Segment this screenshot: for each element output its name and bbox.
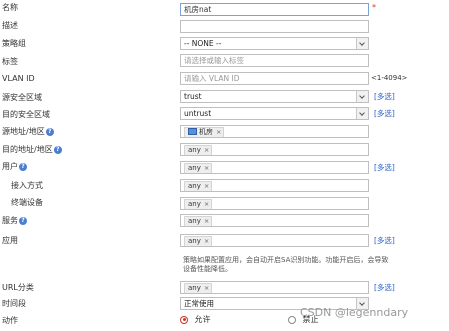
time-range-value: 正常使用 [184,299,214,308]
description-label: 描述 [2,21,18,30]
vlan-id-input[interactable]: 请输入 VLAN ID [180,72,369,85]
url-category-multi-link[interactable]: [多选] [374,282,395,293]
remove-tag-icon[interactable]: × [204,217,209,225]
required-mark: * [372,3,376,12]
any-tag: any × [184,236,213,246]
service-field[interactable]: any × [180,214,369,227]
url-category-field[interactable]: any × [180,281,369,294]
application-field[interactable]: any × [180,234,369,247]
policy-group-value: -- NONE -- [184,39,222,48]
source-zone-multi-link[interactable]: [多选] [374,91,395,102]
dest-zone-value: untrust [184,109,212,118]
remove-tag-icon[interactable]: × [204,237,209,245]
description-input[interactable] [180,20,369,33]
source-address-field[interactable]: 机房 × [180,125,369,138]
application-multi-link[interactable]: [多选] [374,235,395,246]
name-input[interactable]: 机房nat [180,3,369,16]
any-tag: any × [184,145,213,155]
dest-zone-select[interactable]: untrust [180,107,369,120]
remove-tag-icon[interactable]: × [204,146,209,154]
source-address-label: 源地址/地区? [2,126,54,137]
remove-tag-icon[interactable]: × [216,128,221,136]
user-field[interactable]: any × [180,161,369,174]
access-method-field[interactable]: any × [180,179,369,192]
action-label: 动作 [2,316,18,325]
any-tag: any × [184,216,213,226]
dest-zone-multi-link[interactable]: [多选] [374,108,395,119]
help-icon[interactable]: ? [45,127,54,136]
chevron-down-icon[interactable] [356,108,368,119]
radio-selected[interactable] [180,315,188,324]
vlan-id-range-hint: <1-4094> [371,74,408,82]
chevron-down-icon[interactable] [356,91,368,102]
help-icon[interactable]: ? [19,162,27,171]
source-zone-label: 源安全区域 [2,93,42,102]
any-tag: any × [184,163,213,173]
service-label: 服务? [2,215,27,226]
policy-group-select[interactable]: -- NONE -- [180,37,369,50]
source-zone-value: trust [184,92,202,101]
dest-address-label: 目的地址/地区? [2,144,62,155]
user-multi-link[interactable]: [多选] [374,162,395,173]
terminal-device-field[interactable]: any × [180,197,369,210]
access-method-label: 接入方式 [11,181,43,190]
source-zone-select[interactable]: trust [180,90,369,103]
time-range-label: 时间段 [2,299,26,308]
remove-tag-icon[interactable]: × [204,200,209,208]
vlan-id-label: VLAN ID [2,74,35,83]
address-object-icon [188,127,197,135]
tags-label: 标签 [2,57,18,66]
remove-tag-icon[interactable]: × [204,164,209,172]
help-icon[interactable]: ? [19,216,27,225]
remove-tag-icon[interactable]: × [204,182,209,190]
radio-unselected[interactable] [288,315,296,324]
dest-zone-label: 目的安全区域 [2,110,50,119]
any-tag: any × [184,199,213,209]
address-tag: 机房 × [184,127,225,137]
any-tag: any × [184,283,213,293]
application-label: 应用 [2,236,18,245]
dest-address-field[interactable]: any × [180,143,369,156]
application-note: 策略如果配置应用，会自动开启SA识别功能。功能开启后，会导致设备性能降低。 [183,256,389,273]
chevron-down-icon[interactable] [356,38,368,49]
terminal-device-label: 终端设备 [11,198,43,207]
tags-input[interactable]: 请选择或输入标签 [180,54,369,67]
user-label: 用户? [2,161,27,172]
name-label: 名称 [2,3,18,12]
remove-tag-icon[interactable]: × [204,284,209,292]
watermark: CSDN @legenndary [300,306,409,319]
help-icon[interactable]: ? [53,145,62,154]
action-allow-option[interactable]: 允许 [180,314,211,325]
policy-group-label: 策略组 [2,39,26,48]
any-tag: any × [184,181,213,191]
url-category-label: URL分类 [2,283,34,292]
